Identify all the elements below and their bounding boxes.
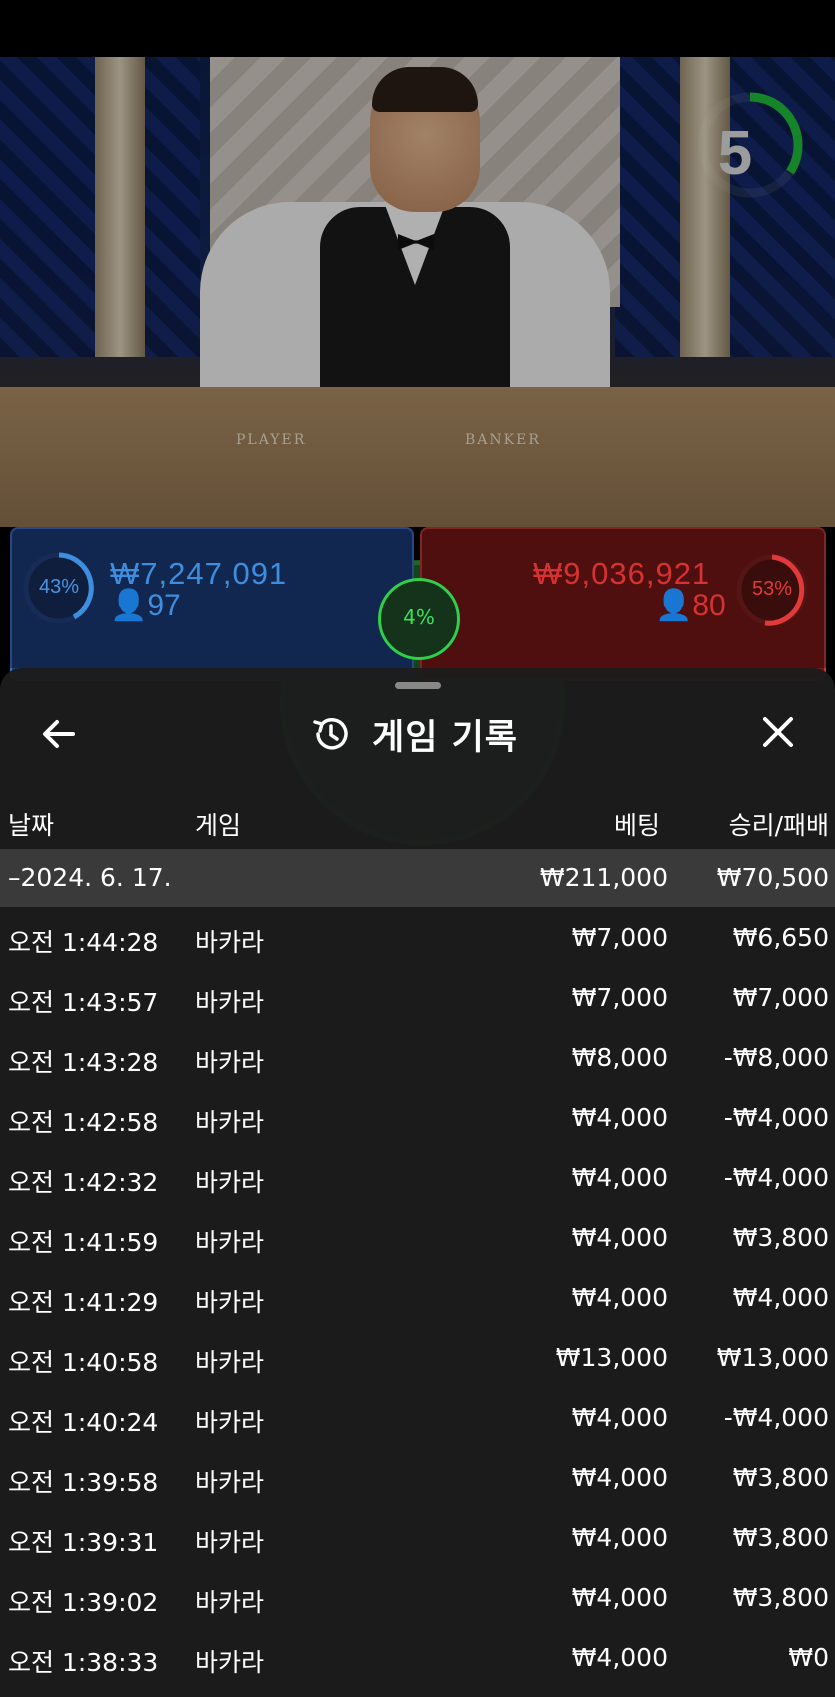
banker-count: 👤80: [655, 589, 726, 622]
column-header-result: 승리/패배: [728, 811, 829, 840]
row-game: 바카라: [195, 928, 265, 957]
row-time: 오전 1:41:59: [8, 1228, 159, 1257]
row-bet: ₩4,000: [571, 1223, 668, 1252]
history-row[interactable]: 오전 1:40:58 바카라 ₩13,000 ₩13,000: [0, 1329, 835, 1389]
history-row[interactable]: 오전 1:39:31 바카라 ₩4,000 ₩3,800: [0, 1509, 835, 1569]
row-time: 오전 1:38:33: [8, 1648, 159, 1677]
row-result: ₩3,800: [732, 1583, 829, 1612]
row-result: ₩3,800: [732, 1223, 829, 1252]
row-result: ₩3,800: [732, 1523, 829, 1552]
history-row[interactable]: 오전 1:43:28 바카라 ₩8,000 -₩8,000: [0, 1029, 835, 1089]
row-time: 오전 1:41:29: [8, 1288, 159, 1317]
row-bet: ₩8,000: [571, 1043, 668, 1072]
row-time: 오전 1:43:28: [8, 1048, 159, 1077]
row-time: 오전 1:42:58: [8, 1108, 159, 1137]
row-bet: ₩4,000: [571, 1643, 668, 1672]
row-game: 바카라: [195, 1108, 265, 1137]
history-row[interactable]: 오전 1:39:02 바카라 ₩4,000 ₩3,800: [0, 1569, 835, 1629]
row-result: -₩4,000: [723, 1403, 829, 1432]
history-row[interactable]: 오전 1:41:29 바카라 ₩4,000 ₩4,000: [0, 1269, 835, 1329]
history-row[interactable]: 오전 1:40:24 바카라 ₩4,000 -₩4,000: [0, 1389, 835, 1449]
row-result: -₩4,000: [723, 1103, 829, 1132]
row-game: 바카라: [195, 988, 265, 1017]
column-header-game: 게임: [195, 811, 242, 840]
banker-count-value: 80: [692, 589, 726, 622]
row-time: 오전 1:39:31: [8, 1528, 159, 1557]
close-icon: [763, 717, 793, 747]
row-time: 오전 1:43:57: [8, 988, 159, 1017]
row-game: 바카라: [195, 1528, 265, 1557]
panel-title: 게임 기록: [372, 717, 518, 758]
column-header-bet: 베팅: [613, 811, 660, 840]
row-bet: ₩4,000: [571, 1463, 668, 1492]
arrow-left-icon: [43, 720, 75, 748]
column-header-date: 날짜: [8, 811, 55, 840]
row-bet: ₩7,000: [571, 923, 668, 952]
row-bet: ₩4,000: [571, 1103, 668, 1132]
history-row[interactable]: 오전 1:42:32 바카라 ₩4,000 -₩4,000: [0, 1149, 835, 1209]
row-game: 바카라: [195, 1588, 265, 1617]
player-count-value: 97: [147, 589, 181, 622]
row-game: 바카라: [195, 1468, 265, 1497]
row-result: ₩7,000: [732, 983, 829, 1012]
back-button[interactable]: [36, 714, 82, 754]
status-bar: [0, 0, 835, 57]
row-result: ₩6,650: [732, 923, 829, 952]
drag-handle[interactable]: [395, 682, 441, 689]
panel-header: 게임 기록: [310, 706, 518, 762]
banker-bet-amount: ₩9,036,921: [533, 556, 711, 591]
row-bet: ₩13,000: [555, 1343, 668, 1372]
row-game: 바카라: [195, 1348, 265, 1377]
row-game: 바카라: [195, 1408, 265, 1437]
date-group-bet-total: ₩211,000: [539, 863, 668, 892]
row-result: -₩8,000: [723, 1043, 829, 1072]
history-row[interactable]: 오전 1:44:28 바카라 ₩7,000 ₩6,650: [0, 909, 835, 969]
player-percent: 43%: [38, 576, 80, 598]
tie-percent: 4%: [403, 605, 435, 629]
history-row[interactable]: 오전 1:39:58 바카라 ₩4,000 ₩3,800: [0, 1449, 835, 1509]
date-group-row[interactable]: –2024. 6. 17. ₩211,000 ₩70,500: [0, 849, 835, 907]
history-row[interactable]: 오전 1:38:33 바카라 ₩4,000 ₩0: [0, 1629, 835, 1689]
row-game: 바카라: [195, 1048, 265, 1077]
history-row[interactable]: 오전 1:42:58 바카라 ₩4,000 -₩4,000: [0, 1089, 835, 1149]
row-bet: ₩7,000: [571, 983, 668, 1012]
row-bet: ₩4,000: [571, 1583, 668, 1612]
history-row[interactable]: 오전 1:41:59 바카라 ₩4,000 ₩3,800: [0, 1209, 835, 1269]
row-time: 오전 1:40:58: [8, 1348, 159, 1377]
row-game: 바카라: [195, 1228, 265, 1257]
row-bet: ₩4,000: [571, 1163, 668, 1192]
close-button[interactable]: [755, 712, 801, 756]
row-time: 오전 1:42:32: [8, 1168, 159, 1197]
tie-percent-ring: 4%: [378, 578, 460, 660]
row-result: ₩0: [788, 1643, 829, 1672]
row-result: ₩3,800: [732, 1463, 829, 1492]
row-time: 오전 1:39:02: [8, 1588, 159, 1617]
row-time: 오전 1:44:28: [8, 928, 159, 957]
row-time: 오전 1:39:58: [8, 1468, 159, 1497]
date-group-label: –2024. 6. 17.: [8, 863, 172, 892]
row-bet: ₩4,000: [571, 1403, 668, 1432]
row-game: 바카라: [195, 1648, 265, 1677]
row-result: ₩4,000: [732, 1283, 829, 1312]
row-game: 바카라: [195, 1288, 265, 1317]
row-result: ₩13,000: [716, 1343, 829, 1372]
history-icon: [313, 718, 348, 750]
player-bet-amount: ₩7,247,091: [110, 556, 288, 591]
player-count: 👤97: [110, 589, 181, 622]
row-bet: ₩4,000: [571, 1523, 668, 1552]
history-row[interactable]: 오전 1:43:57 바카라 ₩7,000 ₩7,000: [0, 969, 835, 1029]
row-time: 오전 1:40:24: [8, 1408, 159, 1437]
row-game: 바카라: [195, 1168, 265, 1197]
row-result: -₩4,000: [723, 1163, 829, 1192]
row-bet: ₩4,000: [571, 1283, 668, 1312]
date-group-result-total: ₩70,500: [716, 863, 829, 892]
banker-percent: 53%: [751, 578, 793, 600]
game-history-panel: 게임 기록 날짜 게임 베팅 승리/패배 –2024. 6. 17. ₩211,…: [0, 668, 835, 1697]
